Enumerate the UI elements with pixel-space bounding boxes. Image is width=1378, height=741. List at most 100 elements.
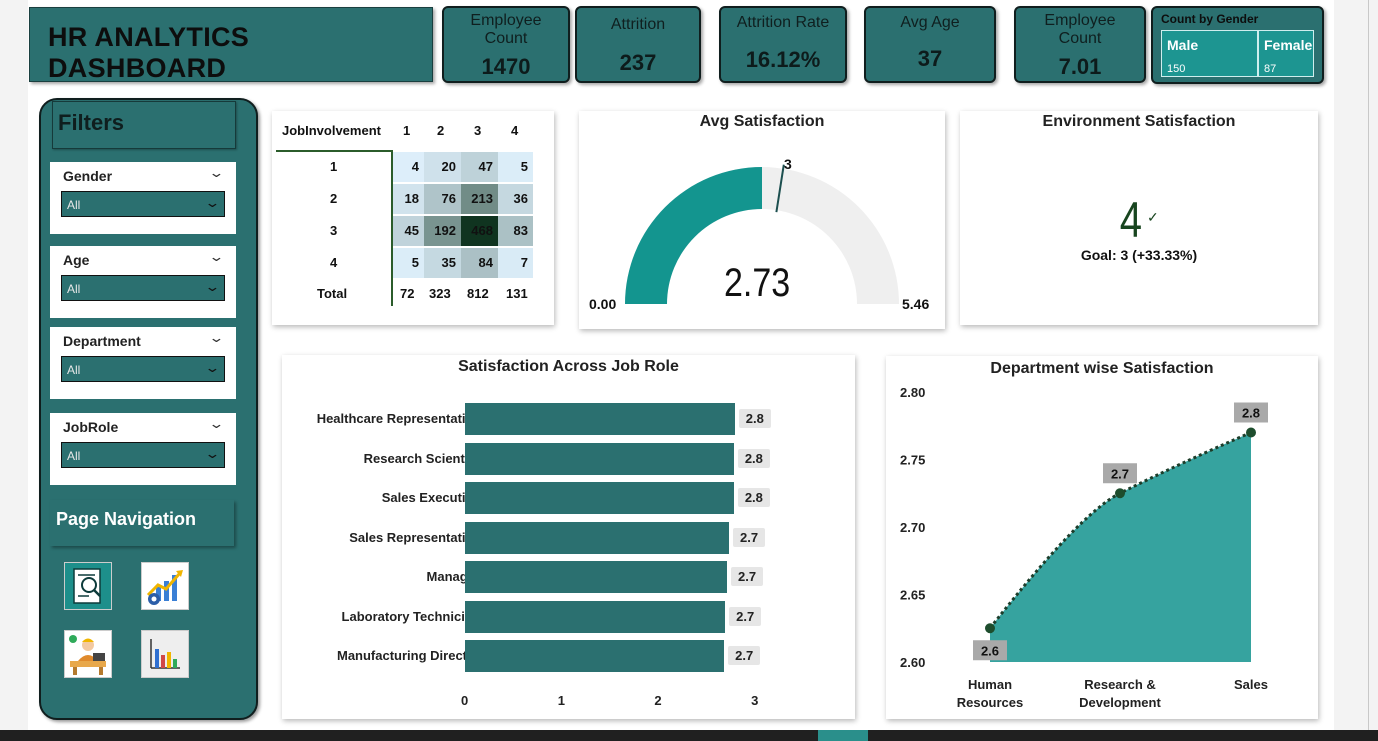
slicer-dropdown-jobrole[interactable]: All ⌄ [61, 442, 225, 468]
bar-data-label: 2.8 [738, 409, 771, 428]
kpi-avg-age: Avg Age 37 [864, 6, 996, 83]
matrix-cell[interactable]: 7 [498, 248, 533, 278]
x-tick-label: 2 [654, 693, 662, 708]
chevron-down-icon[interactable]: ⌄ [208, 249, 224, 265]
matrix-cell[interactable]: 192 [424, 216, 461, 246]
slicer-dropdown-age[interactable]: All ⌄ [61, 275, 225, 301]
slicer-label: Age [63, 252, 90, 268]
x-category-label: Development [1079, 695, 1161, 710]
kpi-value: 16.12% [745, 47, 821, 72]
nav-bar-chart-icon[interactable] [141, 630, 189, 678]
bar-data-label: 2.8 [737, 448, 770, 468]
env-value: 4 [1119, 192, 1143, 248]
chevron-down-icon: ⌄ [204, 446, 221, 461]
kpi-value: 37 [917, 46, 943, 71]
taskbar-active-tab[interactable] [818, 730, 868, 741]
bar-chart-title: Satisfaction Across Job Role [458, 358, 679, 375]
bar-category-label: Manufacturing Director [336, 648, 480, 663]
kpi-attrition-rate: Attrition Rate 16.12% [719, 6, 847, 83]
chevron-down-icon[interactable]: ⌄ [208, 165, 224, 181]
matrix-cell[interactable]: 468 [461, 216, 498, 246]
chevron-down-icon: ⌄ [204, 360, 221, 375]
nav-growth-chart-icon[interactable] [141, 562, 189, 610]
bar-data-label: 2.8 [737, 488, 770, 507]
matrix-total-value: 72 [400, 286, 415, 301]
kpi-value: 1470 [481, 54, 531, 79]
check-icon: ✓ [1147, 209, 1159, 225]
x-category-label: Human [968, 677, 1012, 692]
bar[interactable] [465, 521, 729, 554]
gauge-max-label: 5.46 [902, 296, 930, 312]
slicer-age: Age ⌄ All ⌄ [50, 246, 236, 318]
chevron-down-icon[interactable]: ⌄ [208, 416, 224, 432]
x-tick-label: 1 [557, 693, 565, 708]
gauge-target-label: 3 [784, 156, 792, 172]
x-category-label: Resources [957, 695, 1023, 710]
env-card-title: Environment Satisfaction [1042, 113, 1236, 130]
matrix-cell[interactable]: 4 [393, 152, 424, 182]
avg-satisfaction-gauge-card: Avg Satisfaction 3 2.73 0.00 5.46 [579, 111, 945, 329]
matrix-column-header: 4 [511, 123, 519, 138]
matrix-cell[interactable]: 35 [424, 248, 461, 278]
matrix-total-value: 323 [429, 286, 451, 301]
area-point[interactable] [985, 623, 995, 634]
page-navigation-header: Page Navigation [50, 500, 234, 546]
chevron-down-icon[interactable]: ⌄ [208, 330, 224, 346]
area-data-label: 2.6 [981, 643, 999, 658]
matrix-cell[interactable]: 84 [461, 248, 498, 278]
matrix-cell[interactable]: 83 [498, 216, 533, 246]
bar-category-label: Sales Representative [349, 529, 480, 545]
y-tick-label: 2.70 [900, 520, 925, 535]
gender-label: Male [1167, 37, 1199, 53]
matrix-cell[interactable]: 5 [393, 248, 424, 278]
y-tick-label: 2.65 [900, 588, 925, 603]
matrix-column-header: 3 [474, 123, 482, 138]
x-category-label: Research & [1084, 677, 1156, 692]
matrix-cell[interactable]: 213 [461, 184, 498, 214]
matrix-column-header: 1 [403, 123, 411, 138]
slicer-value: All [67, 363, 81, 377]
matrix-cell[interactable]: 47 [461, 152, 498, 182]
x-tick-label: 0 [461, 693, 469, 708]
bar[interactable] [465, 640, 725, 672]
gender-count-card: Count by Gender Male 150 Female 87 [1151, 6, 1324, 84]
kpi-value: 7.01 [1058, 54, 1102, 79]
matrix-row-label: 2 [330, 191, 338, 206]
bar[interactable] [465, 561, 728, 593]
slicer-value: All [67, 282, 81, 296]
matrix-cell[interactable]: 36 [498, 184, 533, 214]
matrix-cell[interactable]: 5 [498, 152, 533, 182]
chevron-down-icon: ⌄ [204, 195, 221, 210]
matrix-cell[interactable]: 20 [424, 152, 461, 182]
matrix-cell[interactable]: 76 [424, 184, 461, 214]
slicer-dropdown-gender[interactable]: All ⌄ [61, 191, 225, 217]
environment-satisfaction-card: Environment Satisfaction 4 ✓ Goal: 3 (+3… [960, 111, 1318, 325]
matrix-cell[interactable]: 18 [393, 184, 424, 214]
bar[interactable] [465, 482, 734, 514]
bar[interactable] [465, 442, 734, 475]
bar-data-label: 2.7 [728, 646, 761, 665]
env-goal: Goal: 3 (+33.33%) [1080, 247, 1198, 263]
area-point[interactable] [1115, 488, 1125, 499]
nav-employee-desk-icon[interactable] [64, 630, 112, 678]
bar-category-label: Research Scientist [363, 450, 480, 466]
slicer-jobrole: JobRole ⌄ All ⌄ [50, 413, 236, 485]
gender-cell-female[interactable]: Female 87 [1258, 30, 1314, 77]
bar[interactable] [465, 403, 735, 435]
area-point[interactable] [1246, 427, 1256, 438]
area-data-label: 2.8 [1242, 406, 1260, 421]
gender-card-title: Count by Gender [1161, 12, 1259, 26]
slicer-label: Gender [63, 168, 113, 184]
gauge-value: 2.73 [724, 261, 791, 305]
slicer-label: JobRole [63, 419, 119, 435]
bar-data-label: 2.7 [732, 527, 766, 547]
nav-report-search-icon[interactable] [64, 562, 112, 610]
matrix-total-label: Total [317, 286, 348, 301]
kpi-label: Attrition [610, 16, 666, 33]
bar[interactable] [465, 600, 726, 633]
matrix-cell[interactable]: 45 [393, 216, 424, 246]
gender-cell-male[interactable]: Male 150 [1161, 30, 1258, 77]
matrix-row-header: JobInvolvement [282, 123, 381, 138]
slicer-value: All [67, 449, 81, 463]
slicer-dropdown-department[interactable]: All ⌄ [61, 356, 225, 382]
